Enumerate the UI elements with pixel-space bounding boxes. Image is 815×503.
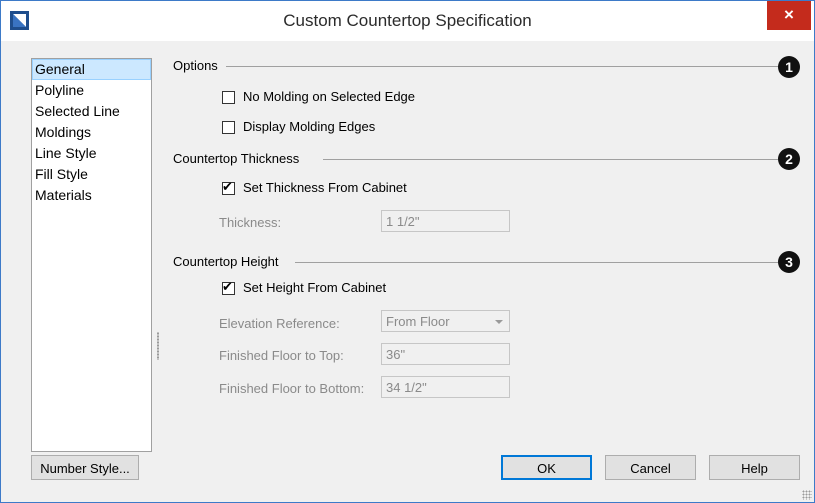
callout-badge-3: 3	[778, 251, 800, 273]
ff-top-label: Finished Floor to Top:	[219, 348, 344, 363]
options-heading: Options	[173, 58, 222, 73]
ff-top-field[interactable]: 36"	[381, 343, 510, 365]
height-divider	[295, 262, 778, 263]
thickness-divider	[323, 159, 778, 160]
sidebar-item-materials[interactable]: Materials	[32, 185, 151, 206]
set-thickness-checkbox[interactable]: ✔	[222, 179, 235, 195]
thickness-heading: Countertop Thickness	[173, 151, 304, 166]
display-molding-edges-checkbox[interactable]	[222, 121, 235, 134]
dialog-window: Custom Countertop Specification × Genera…	[0, 0, 815, 503]
ok-button[interactable]: OK	[501, 455, 592, 480]
thickness-label: Thickness:	[219, 215, 282, 230]
help-button[interactable]: Help	[709, 455, 800, 480]
sidebar-item-general[interactable]: General	[32, 59, 151, 80]
sidebar-item-line-style[interactable]: Line Style	[32, 143, 151, 164]
sidebar-item-fill-style[interactable]: Fill Style	[32, 164, 151, 185]
set-thickness-label[interactable]: Set Thickness From Cabinet	[243, 180, 407, 195]
checkmark-icon: ✔	[222, 279, 233, 294]
thickness-field[interactable]: 1 1/2"	[381, 210, 510, 232]
set-height-label[interactable]: Set Height From Cabinet	[243, 280, 386, 295]
ff-bottom-field[interactable]: 34 1/2"	[381, 376, 510, 398]
callout-badge-1: 1	[778, 56, 800, 78]
callout-badge-2: 2	[778, 148, 800, 170]
elevation-reference-value: From Floor	[386, 314, 450, 329]
dialog-title: Custom Countertop Specification	[283, 11, 532, 30]
checkmark-icon: ✔	[222, 179, 233, 194]
resize-grip-icon[interactable]	[802, 490, 812, 500]
close-button[interactable]: ×	[767, 1, 811, 30]
height-heading: Countertop Height	[173, 254, 283, 269]
elevation-reference-label: Elevation Reference:	[219, 316, 340, 331]
splitter-grip[interactable]	[157, 332, 159, 360]
no-molding-label[interactable]: No Molding on Selected Edge	[243, 89, 415, 104]
sidebar-item-selected-line[interactable]: Selected Line	[32, 101, 151, 122]
sidebar-item-moldings[interactable]: Moldings	[32, 122, 151, 143]
close-icon: ×	[784, 5, 794, 24]
ff-bottom-label: Finished Floor to Bottom:	[219, 381, 365, 396]
options-divider	[226, 66, 778, 67]
elevation-reference-dropdown[interactable]: From Floor	[381, 310, 510, 332]
sidebar-nav: General Polyline Selected Line Moldings …	[31, 58, 152, 452]
cancel-button[interactable]: Cancel	[605, 455, 696, 480]
sidebar-item-polyline[interactable]: Polyline	[32, 80, 151, 101]
chevron-down-icon	[495, 320, 503, 324]
number-style-button[interactable]: Number Style...	[31, 455, 139, 480]
no-molding-checkbox[interactable]	[222, 91, 235, 104]
title-bar[interactable]: Custom Countertop Specification ×	[1, 1, 814, 41]
dialog-body: General Polyline Selected Line Moldings …	[1, 41, 814, 502]
display-molding-edges-label[interactable]: Display Molding Edges	[243, 119, 375, 134]
set-height-checkbox[interactable]: ✔	[222, 279, 235, 295]
